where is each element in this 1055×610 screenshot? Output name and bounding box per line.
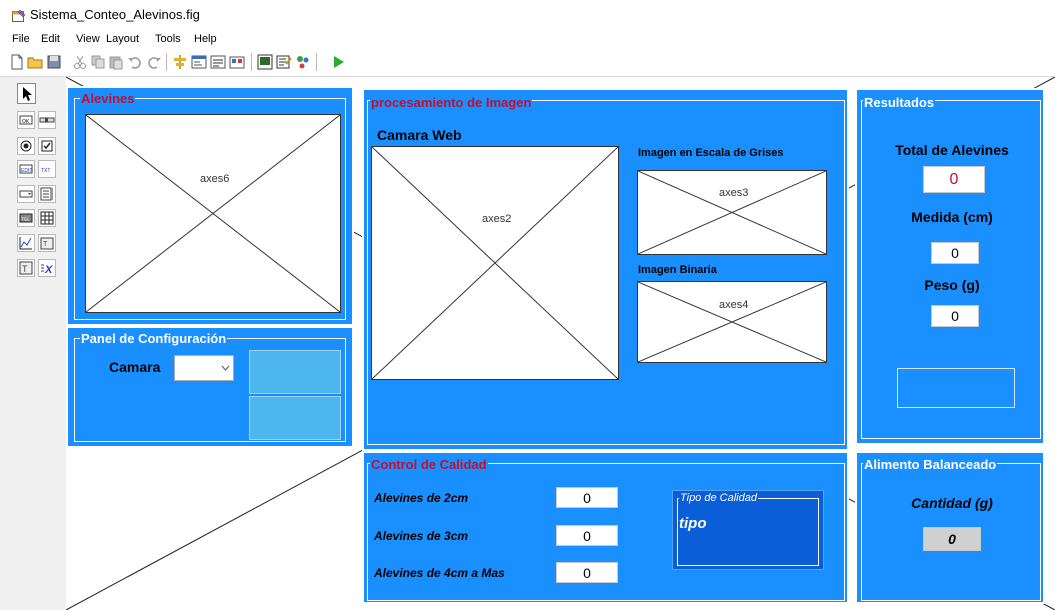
popup-menu-icon[interactable] — [17, 185, 35, 203]
svg-text:OK: OK — [22, 119, 30, 125]
panel-icon[interactable]: T — [38, 234, 56, 252]
svg-text:T: T — [22, 264, 28, 274]
toolbar-separator — [251, 53, 252, 71]
config-button-bottom[interactable] — [249, 396, 341, 440]
axes6-label: axes6 — [200, 173, 230, 185]
paste-icon[interactable] — [108, 54, 124, 70]
svg-text:T: T — [43, 241, 48, 248]
align-icon[interactable] — [172, 54, 188, 70]
resultados-panel-title: Resultados — [863, 95, 936, 110]
alevines-panel: Alevines axes6 — [66, 86, 354, 326]
resultados-button[interactable] — [897, 368, 1015, 408]
axes3[interactable]: axes3 — [637, 170, 827, 255]
peso-value: 0 — [931, 305, 979, 327]
alimento-panel: Alimento Balanceado Cantidad (g) 0 — [855, 451, 1045, 604]
tipo-calidad-group: Tipo de Calidad tipo — [672, 490, 824, 570]
alimento-panel-title: Alimento Balanceado — [863, 457, 998, 472]
medida-label: Medida (cm) — [911, 209, 993, 225]
axes2[interactable]: axes2 — [371, 146, 619, 380]
undo-icon[interactable] — [127, 54, 143, 70]
tab-order-icon[interactable] — [210, 54, 226, 70]
chevron-down-icon — [221, 365, 230, 371]
cut-icon[interactable] — [72, 54, 88, 70]
svg-text:TXT: TXT — [41, 168, 50, 174]
redo-icon[interactable] — [146, 54, 162, 70]
config-panel: Panel de Configuración Camara — [66, 326, 354, 448]
axes4-label: axes4 — [719, 299, 749, 311]
calidad-panel: Control de Calidad Alevines de 2cm 0 Ale… — [362, 451, 849, 604]
axes3-label: axes3 — [719, 187, 749, 199]
axes4[interactable]: axes4 — [637, 281, 827, 363]
menu-file[interactable]: File — [12, 33, 30, 45]
new-file-icon[interactable] — [9, 54, 25, 70]
checkbox-icon[interactable] — [38, 137, 56, 155]
alevines-4cm-value: 0 — [556, 562, 618, 583]
property-inspector-icon[interactable] — [276, 54, 292, 70]
static-text-icon[interactable]: TXT — [38, 160, 56, 178]
component-palette — [0, 77, 67, 610]
push-button-icon[interactable]: OK — [17, 111, 35, 129]
figure-file-icon — [12, 9, 26, 22]
webcam-label: Camara Web — [377, 127, 462, 143]
copy-icon[interactable] — [90, 54, 106, 70]
menu-help[interactable]: Help — [194, 33, 217, 45]
resultados-panel: Resultados Total de Alevines 0 Medida (c… — [855, 88, 1045, 445]
medida-value: 0 — [931, 242, 979, 264]
camera-label: Camara — [109, 359, 161, 375]
config-panel-title: Panel de Configuración — [80, 331, 228, 346]
object-browser-icon[interactable] — [295, 54, 311, 70]
svg-text:EDIT: EDIT — [21, 168, 32, 174]
editor-icon[interactable] — [257, 54, 273, 70]
axes6[interactable]: axes6 — [85, 114, 341, 313]
calidad-panel-title: Control de Calidad — [370, 457, 488, 472]
alevines-2cm-value: 0 — [556, 487, 618, 508]
table-icon[interactable] — [38, 209, 56, 227]
menu-view[interactable]: View — [76, 33, 100, 45]
toolbar-separator — [316, 53, 317, 71]
total-alevines-label: Total de Alevines — [895, 142, 1009, 158]
config-button-top[interactable] — [249, 350, 341, 394]
procesamiento-panel-title: procesamiento de Imagen — [370, 95, 533, 110]
axes2-label: axes2 — [482, 213, 512, 225]
tipo-calidad-value: tipo — [679, 515, 707, 532]
cantidad-value: 0 — [923, 527, 981, 551]
camera-select[interactable] — [174, 355, 234, 381]
run-icon[interactable] — [330, 54, 346, 70]
radio-button-icon[interactable] — [17, 137, 35, 155]
activex-icon[interactable]: X — [38, 259, 56, 277]
cantidad-label: Cantidad (g) — [911, 495, 993, 511]
tipo-calidad-title: Tipo de Calidad — [679, 492, 758, 504]
listbox-icon[interactable] — [38, 185, 56, 203]
toolbar-separator — [166, 53, 167, 71]
button-group-icon[interactable]: T — [17, 259, 35, 277]
procesamiento-panel: procesamiento de Imagen Camara Web axes2… — [362, 88, 849, 451]
select-arrow-icon[interactable] — [17, 83, 36, 104]
alevines-2cm-label: Alevines de 2cm — [374, 491, 469, 505]
alevines-panel-title: Alevines — [80, 91, 136, 106]
slider-icon[interactable] — [38, 111, 56, 129]
toolbar-editor-icon[interactable] — [229, 54, 245, 70]
save-icon[interactable] — [46, 54, 62, 70]
peso-label: Peso (g) — [924, 277, 980, 293]
open-folder-icon[interactable] — [27, 54, 43, 70]
alevines-4cm-label: Alevines de 4cm a Mas — [374, 566, 505, 580]
toggle-button-icon[interactable]: TGL — [17, 209, 35, 227]
axes-icon[interactable] — [17, 234, 35, 252]
menu-editor-icon[interactable] — [191, 54, 207, 70]
menu-tools[interactable]: Tools — [155, 33, 181, 45]
alevines-3cm-value: 0 — [556, 525, 618, 546]
window-title: Sistema_Conteo_Alevinos.fig — [30, 7, 200, 22]
menu-layout[interactable]: Layout — [106, 33, 139, 45]
svg-text:X: X — [44, 264, 53, 276]
grayscale-label: Imagen en Escala de Grises — [638, 147, 784, 159]
alevines-3cm-label: Alevines de 3cm — [374, 529, 469, 543]
edit-text-icon[interactable]: EDIT — [17, 160, 35, 178]
total-alevines-value: 0 — [923, 166, 985, 193]
svg-text:TGL: TGL — [21, 217, 30, 222]
menu-edit[interactable]: Edit — [41, 33, 60, 45]
binary-label: Imagen Binaria — [638, 264, 717, 276]
